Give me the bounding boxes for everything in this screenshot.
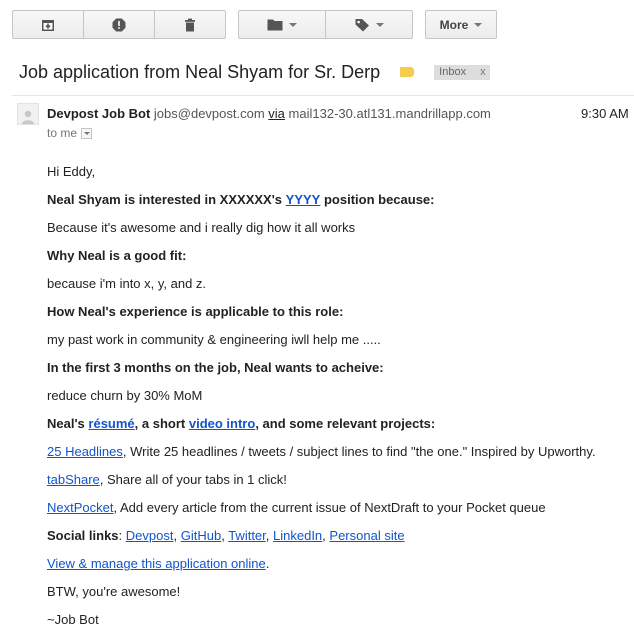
move-to-button[interactable] bbox=[238, 10, 326, 39]
goal-heading-text: In the first 3 months on the job, Neal w… bbox=[47, 360, 384, 375]
github-link[interactable]: GitHub bbox=[181, 528, 221, 543]
person-icon bbox=[22, 110, 34, 124]
message-time: 9:30 AM bbox=[581, 106, 629, 121]
manage-period: . bbox=[265, 556, 270, 571]
linkedin-link[interactable]: LinkedIn bbox=[273, 528, 322, 543]
sender-email: jobs@devpost.com bbox=[153, 106, 265, 121]
social-label: Social links bbox=[47, 528, 119, 543]
project-item: NextPocket, Add every article from the c… bbox=[47, 500, 596, 528]
projects-suffix: , and some relevant projects: bbox=[255, 416, 436, 431]
labels-button[interactable] bbox=[325, 10, 413, 39]
projects-heading: Neal's résumé, a short video intro, and … bbox=[47, 416, 596, 444]
important-label-icon[interactable] bbox=[400, 67, 415, 77]
delete-button[interactable] bbox=[154, 10, 226, 39]
message-body: Hi Eddy, Neal Shyam is interested in XXX… bbox=[47, 164, 596, 640]
inbox-label-chip: Inbox x bbox=[434, 64, 490, 80]
sender-name[interactable]: Devpost Job Bot bbox=[47, 106, 150, 121]
project-item: 25 Headlines, Write 25 headlines / tweet… bbox=[47, 444, 596, 472]
experience-heading-text: How Neal's experience is applicable to t… bbox=[47, 304, 344, 319]
experience-heading: How Neal's experience is applicable to t… bbox=[47, 304, 596, 332]
devpost-link[interactable]: Devpost bbox=[126, 528, 174, 543]
experience-text: my past work in community & engineering … bbox=[47, 332, 381, 347]
label-tag-icon bbox=[355, 18, 369, 31]
folder-icon bbox=[267, 19, 283, 31]
header-divider bbox=[12, 95, 634, 96]
personal-site-link[interactable]: Personal site bbox=[329, 528, 404, 543]
twitter-link[interactable]: Twitter bbox=[228, 528, 266, 543]
organize-button-group bbox=[238, 10, 413, 39]
subject-row: Job application from Neal Shyam for Sr. … bbox=[19, 58, 634, 86]
project-link[interactable]: NextPocket bbox=[47, 500, 113, 515]
remove-label-button[interactable]: x bbox=[480, 65, 486, 80]
project-description: , Share all of your tabs in 1 click! bbox=[99, 472, 287, 487]
goal-heading: In the first 3 months on the job, Neal w… bbox=[47, 360, 596, 388]
signoff-text: ~Job Bot bbox=[47, 612, 99, 627]
social-links-line: Social links: Devpost, GitHub, Twitter, … bbox=[47, 528, 405, 543]
report-spam-button[interactable] bbox=[83, 10, 155, 39]
projects-mid: , a short bbox=[134, 416, 186, 431]
manage-application-link[interactable]: View & manage this application online bbox=[47, 556, 266, 571]
archive-button[interactable] bbox=[12, 10, 84, 39]
chevron-down-icon bbox=[83, 131, 90, 135]
interest-line: Neal Shyam is interested in XXXXXX's YYY… bbox=[47, 192, 596, 220]
sender-line: Devpost Job Bot jobs@devpost.com via mai… bbox=[47, 106, 491, 121]
project-description: , Write 25 headlines / tweets / subject … bbox=[122, 444, 596, 459]
goal-text: reduce churn by 30% MoM bbox=[47, 388, 203, 403]
social-colon: : bbox=[118, 528, 123, 543]
project-link[interactable]: tabShare bbox=[47, 472, 100, 487]
trash-icon bbox=[185, 18, 195, 31]
projects-prefix: Neal's bbox=[47, 416, 85, 431]
position-link[interactable]: YYYY bbox=[286, 192, 321, 207]
more-button-label: More bbox=[439, 17, 469, 32]
interest-suffix: position because: bbox=[323, 192, 435, 207]
chevron-down-icon bbox=[474, 22, 483, 27]
more-button[interactable]: More bbox=[425, 10, 497, 39]
project-link[interactable]: 25 Headlines bbox=[47, 444, 123, 459]
fit-heading: Why Neal is a good fit: bbox=[47, 248, 596, 276]
inbox-chip-text: Inbox bbox=[439, 65, 467, 78]
greeting: Hi Eddy, bbox=[47, 164, 96, 179]
recipient-text: to me bbox=[47, 126, 78, 140]
chevron-down-icon bbox=[289, 22, 297, 27]
report-spam-icon bbox=[112, 18, 126, 31]
email-subject: Job application from Neal Shyam for Sr. … bbox=[19, 61, 381, 82]
via-host: mail132-30.atl131.mandrillapp.com bbox=[288, 106, 491, 121]
show-details-button[interactable] bbox=[81, 127, 93, 139]
video-intro-link[interactable]: video intro bbox=[189, 416, 255, 431]
resume-link[interactable]: résumé bbox=[88, 416, 134, 431]
archive-icon bbox=[42, 19, 54, 31]
interest-prefix: Neal Shyam is interested in XXXXXX's bbox=[47, 192, 283, 207]
btw-text: BTW, you're awesome! bbox=[47, 584, 181, 599]
message-toolbar: More bbox=[12, 10, 497, 39]
action-button-group bbox=[12, 10, 226, 39]
because-text: Because it's awesome and i really dig ho… bbox=[47, 220, 356, 235]
fit-text: because i'm into x, y, and z. bbox=[47, 276, 207, 291]
recipient-line: to me bbox=[47, 126, 93, 140]
fit-heading-text: Why Neal is a good fit: bbox=[47, 248, 187, 263]
sender-avatar bbox=[17, 103, 39, 125]
project-item: tabShare, Share all of your tabs in 1 cl… bbox=[47, 472, 596, 500]
manage-line: View & manage this application online. bbox=[47, 556, 596, 584]
project-description: , Add every article from the current iss… bbox=[113, 500, 546, 515]
via-link[interactable]: via bbox=[268, 106, 285, 121]
chevron-down-icon bbox=[375, 22, 384, 27]
